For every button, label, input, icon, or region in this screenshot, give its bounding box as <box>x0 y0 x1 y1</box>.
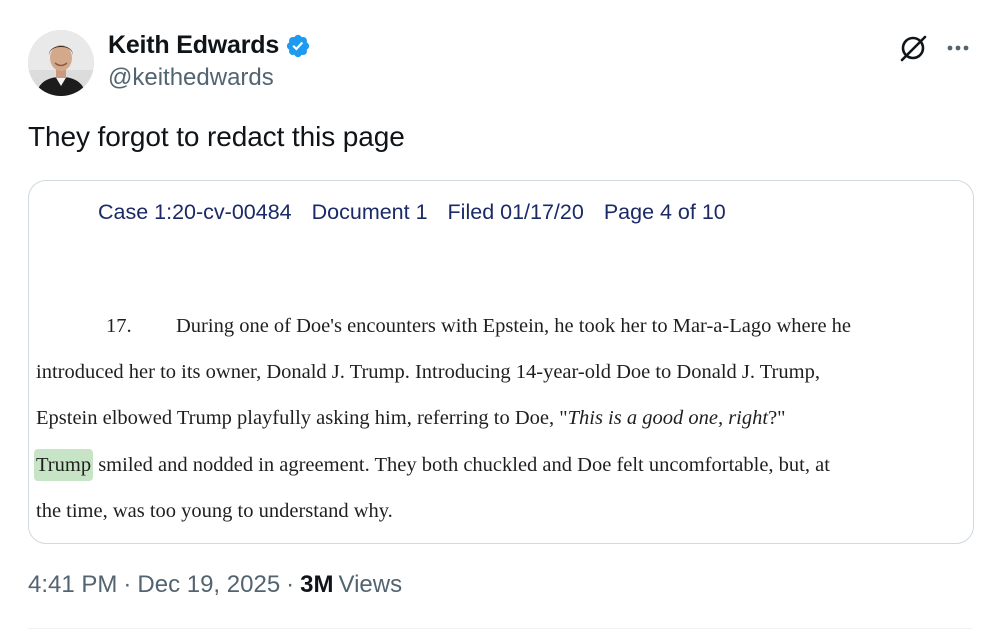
page-number: Page 4 of 10 <box>603 200 726 224</box>
display-name[interactable]: Keith Edwards <box>108 31 279 60</box>
paragraph-number: 17. <box>106 315 132 337</box>
meta-separator: · <box>123 571 132 598</box>
views-label: Views <box>338 571 403 598</box>
line-3-start: Epstein elbowed Trump playfully asking h… <box>36 407 568 429</box>
more-horizontal-icon[interactable] <box>944 37 974 59</box>
document-line-5: the time, was too young to understand wh… <box>36 500 393 522</box>
document-line-4: Trump smiled and nodded in agreement. Th… <box>34 449 830 481</box>
line-3-end: ?" <box>768 407 786 429</box>
tweet-date[interactable]: Dec 19, 2025 <box>137 571 280 599</box>
attached-document-image[interactable]: Case 1:20-cv-00484 Document 1 Filed 01/1… <box>28 180 974 544</box>
document-line-1: 17. During one of Doe's encounters with E… <box>106 315 851 338</box>
tweet-time[interactable]: 4:41 PM <box>28 571 117 599</box>
line-4-rest: smiled and nodded in agreement. They bot… <box>93 454 830 476</box>
line-1-text: During one of Doe's encounters with Epst… <box>176 315 852 337</box>
case-number: Case 1:20-cv-00484 <box>98 200 292 224</box>
divider <box>28 628 972 629</box>
avatar-image <box>28 30 94 96</box>
grok-icon[interactable] <box>898 33 928 63</box>
highlighted-word: Trump <box>34 449 94 481</box>
views-count: 3M <box>300 571 334 598</box>
line-3-quote: This is a good one, right <box>567 407 769 429</box>
document-line-2: introduced her to its owner, Donald J. T… <box>36 361 820 383</box>
document-header: Case 1:20-cv-00484 Document 1 Filed 01/1… <box>98 200 726 225</box>
author-name-row[interactable]: Keith Edwards <box>108 31 311 60</box>
author-handle[interactable]: @keithedwards <box>108 64 274 92</box>
meta-separator: · <box>286 571 295 598</box>
filed-date: Filed 01/17/20 <box>447 200 584 224</box>
document-line-3: Epstein elbowed Trump playfully asking h… <box>36 407 786 430</box>
verified-badge-icon[interactable] <box>285 33 311 59</box>
tweet-text: They forgot to redact this page <box>28 121 405 152</box>
tweet-metadata: 4:41 PM · Dec 19, 2025 · 3M Views <box>28 571 402 599</box>
document-number: Document 1 <box>311 200 428 224</box>
avatar[interactable] <box>28 30 94 96</box>
